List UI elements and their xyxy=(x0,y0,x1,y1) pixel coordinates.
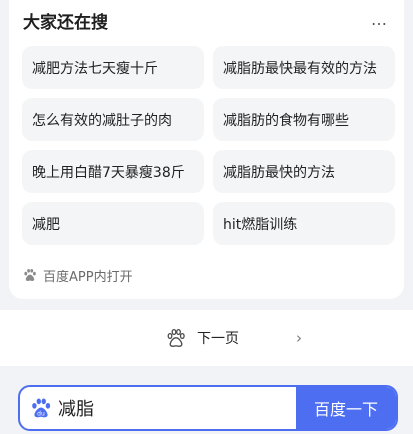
search-bar: du 百度一下 xyxy=(18,385,398,431)
related-searches-grid: 减肥方法七天瘦十斤 减脂肪最快最有效的方法 怎么有效的减肚子的肉 减脂肪的食物有… xyxy=(22,46,403,245)
related-searches-title: 大家还在搜 xyxy=(23,12,108,33)
related-search-item[interactable]: 减脂肪最快的方法 xyxy=(213,150,395,193)
related-searches-card: 大家还在搜 … 减肥方法七天瘦十斤 减脂肪最快最有效的方法 怎么有效的减肚子的肉… xyxy=(9,0,404,299)
related-searches-header: 大家还在搜 … xyxy=(23,7,390,33)
baidu-paw-icon xyxy=(167,328,185,347)
search-button[interactable]: 百度一下 xyxy=(296,387,396,429)
search-input[interactable] xyxy=(58,397,278,419)
related-search-item[interactable]: 减肥方法七天瘦十斤 xyxy=(22,46,204,89)
open-in-app-label: 百度APP内打开 xyxy=(43,269,133,285)
related-search-item[interactable]: 减脂肪最快最有效的方法 xyxy=(213,46,395,89)
baidu-paw-icon: du xyxy=(32,398,51,417)
related-search-item[interactable]: 晚上用白醋7天暴瘦38斤 xyxy=(22,150,204,193)
search-field-container[interactable]: du xyxy=(20,387,296,429)
chevron-right-icon[interactable]: › xyxy=(296,329,302,347)
related-search-item[interactable]: 减肥 xyxy=(22,202,204,245)
related-search-item[interactable]: 减脂肪的食物有哪些 xyxy=(213,98,395,141)
baidu-paw-icon xyxy=(24,268,36,281)
svg-text:du: du xyxy=(37,410,45,417)
open-in-app-link[interactable]: 百度APP内打开 xyxy=(23,266,133,285)
pagination-bar: 下一页 › xyxy=(0,310,413,366)
related-search-item[interactable]: 怎么有效的减肚子的肉 xyxy=(22,98,204,141)
next-page-label: 下一页 xyxy=(197,331,239,347)
related-search-item[interactable]: hit燃脂训练 xyxy=(213,202,395,245)
more-options-icon[interactable]: … xyxy=(369,12,390,28)
next-page-button[interactable]: 下一页 xyxy=(166,327,239,349)
